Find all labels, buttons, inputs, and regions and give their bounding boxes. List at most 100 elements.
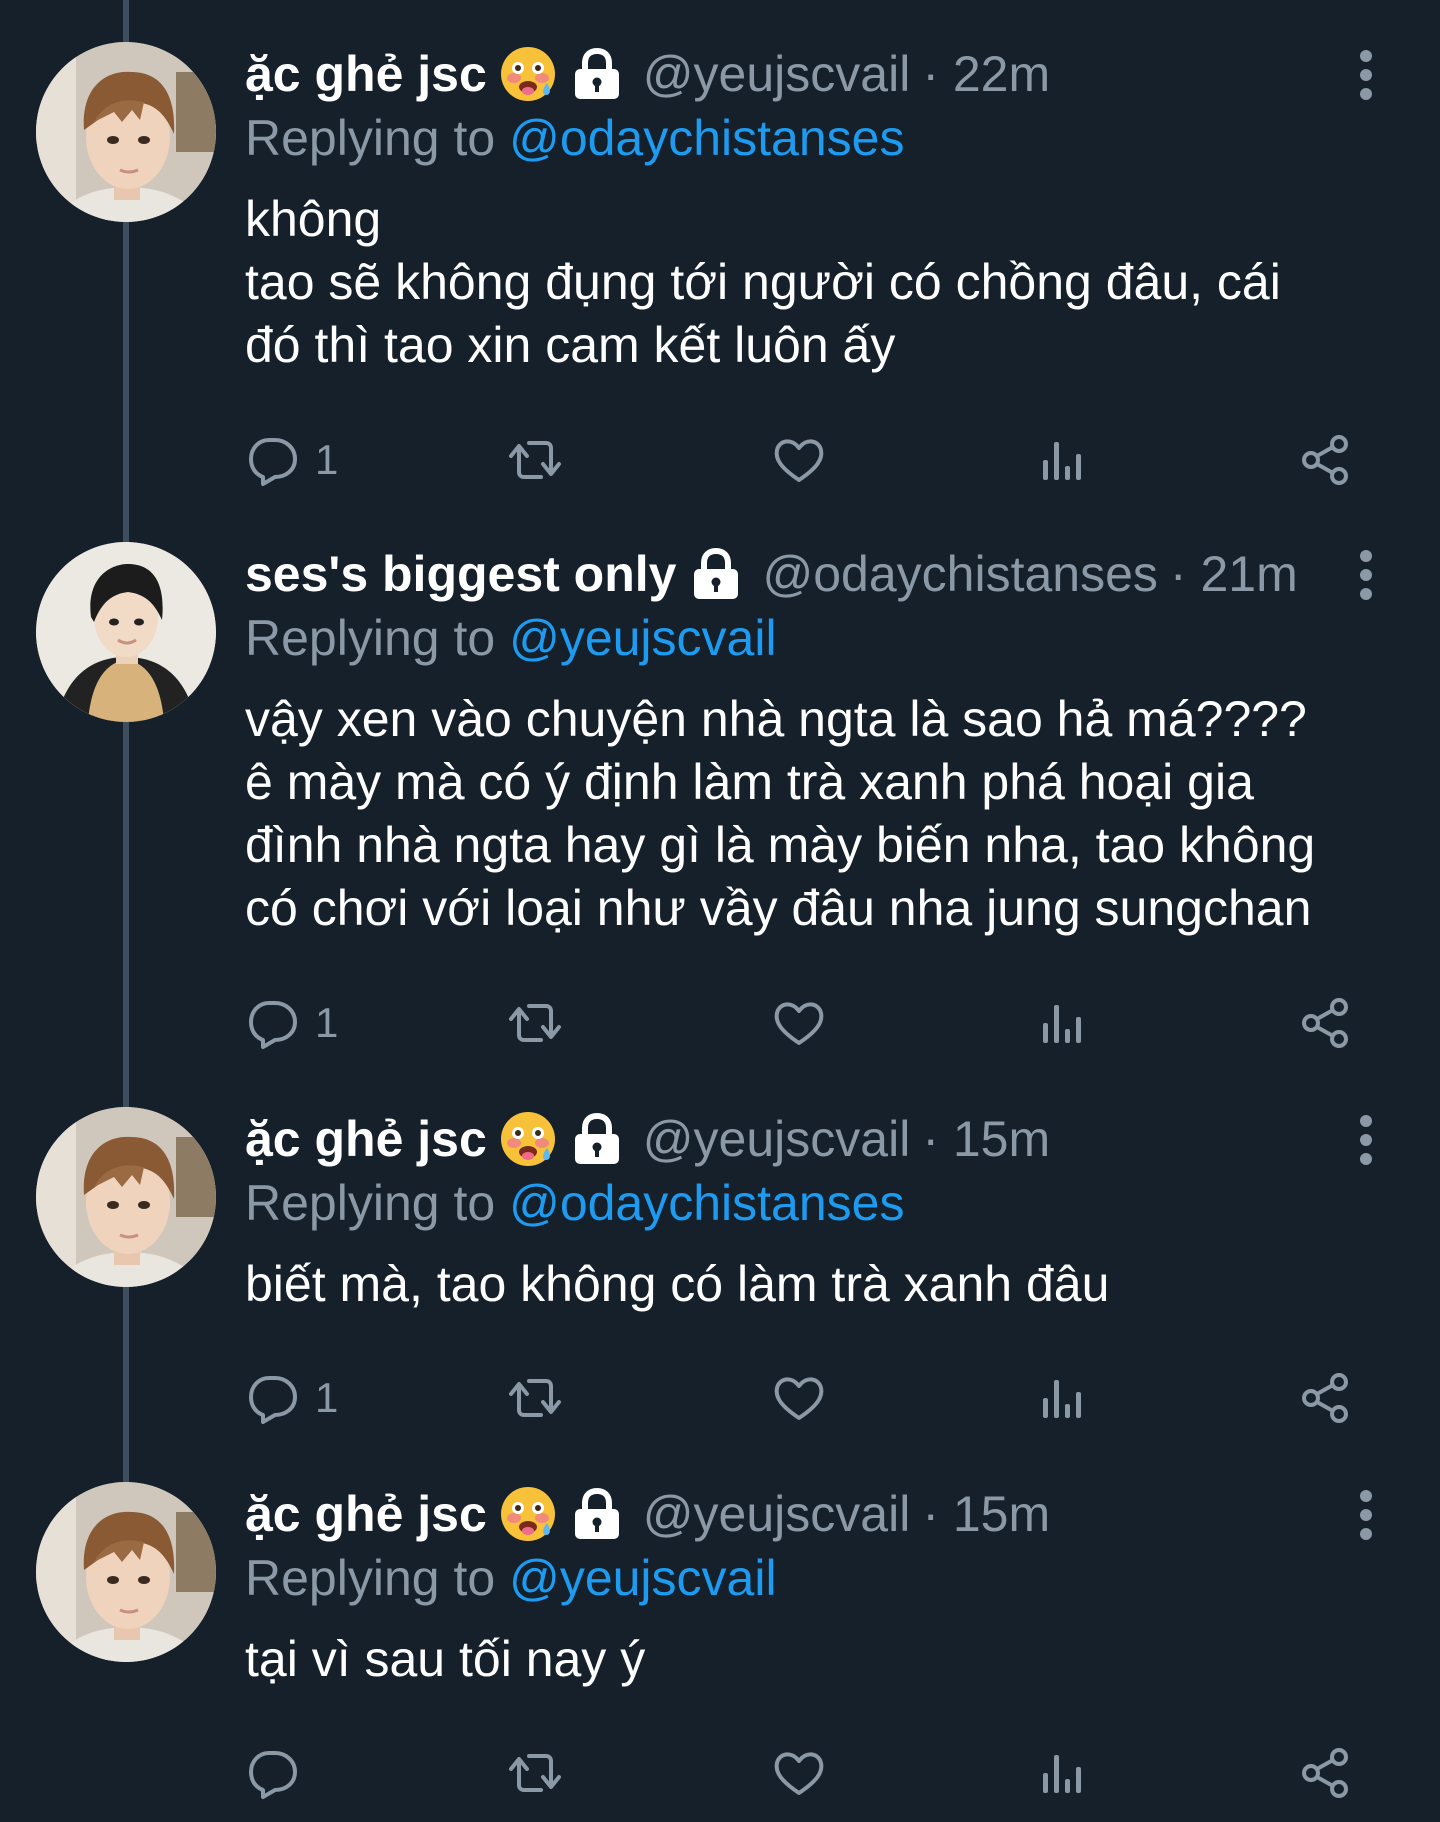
- thread-line-top: [123, 0, 129, 42]
- reply-button[interactable]: 1: [245, 1363, 338, 1433]
- analytics-icon: [1035, 432, 1091, 488]
- username[interactable]: @yeujscvail: [643, 1107, 911, 1171]
- more-options-icon[interactable]: [1354, 1115, 1378, 1165]
- tweet-actions: 1: [245, 988, 1400, 1058]
- tweet[interactable]: ặc ghẻ jsc @yeujscvail · 15m Replying to…: [0, 1482, 1440, 1822]
- reply-button[interactable]: [245, 1738, 315, 1808]
- views-button[interactable]: [1035, 425, 1091, 495]
- display-name[interactable]: ặc ghẻ jsc: [245, 1482, 487, 1546]
- tweet[interactable]: ặc ghẻ jsc @yeujscvail · 22m Replying to…: [0, 42, 1440, 502]
- tweet-content: ặc ghẻ jsc @yeujscvail · 15m Replying to…: [245, 1107, 1400, 1316]
- views-button[interactable]: [1035, 1363, 1091, 1433]
- retweet-button[interactable]: [507, 1738, 563, 1808]
- retweet-icon: [507, 1745, 563, 1801]
- lock-icon: [569, 1486, 625, 1542]
- avatar-ses-image: [36, 542, 216, 722]
- retweet-icon: [507, 1370, 563, 1426]
- heart-icon: [771, 432, 827, 488]
- tweet-actions: [245, 1738, 1400, 1808]
- tweet-content: ặc ghẻ jsc @yeujscvail · 15m Replying to…: [245, 1482, 1400, 1691]
- timestamp[interactable]: · 21m: [1170, 542, 1298, 606]
- more-options-icon[interactable]: [1354, 550, 1378, 600]
- lock-icon: [688, 546, 744, 602]
- reply-icon: [245, 995, 301, 1051]
- share-button[interactable]: [1297, 988, 1353, 1058]
- avatar-jsc-image: [36, 1107, 216, 1287]
- tweet-header: ặc ghẻ jsc @yeujscvail · 22m: [245, 42, 1400, 106]
- retweet-button[interactable]: [507, 1363, 563, 1433]
- replying-to: Replying to @yeujscvail: [245, 1546, 1400, 1610]
- tweet-header: ặc ghẻ jsc @yeujscvail · 15m: [245, 1107, 1400, 1171]
- replying-to-label: Replying to: [245, 1550, 496, 1606]
- reply-count: 1: [315, 1374, 339, 1421]
- lock-icon: [569, 1111, 625, 1167]
- tweet-text: tại vì sau tối nay ý: [245, 1631, 646, 1687]
- heart-icon: [771, 995, 827, 1051]
- share-button[interactable]: [1297, 425, 1353, 495]
- tweet[interactable]: ses's biggest only @odaychistanses · 21m…: [0, 542, 1440, 1107]
- analytics-icon: [1035, 995, 1091, 1051]
- share-button[interactable]: [1297, 1738, 1353, 1808]
- tweet[interactable]: ặc ghẻ jsc @yeujscvail · 15m Replying to…: [0, 1107, 1440, 1482]
- like-button[interactable]: [771, 1738, 827, 1808]
- replying-to: Replying to @odaychistanses: [245, 106, 1400, 170]
- avatar[interactable]: [36, 1107, 216, 1287]
- tweet-text: vậy xen vào chuyện nhà ngta là sao hả má…: [245, 691, 1316, 936]
- username[interactable]: @yeujscvail: [643, 1482, 911, 1546]
- views-button[interactable]: [1035, 988, 1091, 1058]
- retweet-icon: [507, 995, 563, 1051]
- tweet-actions: 1: [245, 1363, 1400, 1433]
- more-options-icon[interactable]: [1354, 1490, 1378, 1540]
- display-name[interactable]: ặc ghẻ jsc: [245, 42, 487, 106]
- username[interactable]: @odaychistanses: [762, 542, 1157, 606]
- reply-count: 1: [315, 999, 339, 1046]
- avatar-jsc-image: [36, 1482, 216, 1662]
- flushed-drool-emoji-icon: [499, 1110, 557, 1168]
- username[interactable]: @yeujscvail: [643, 42, 911, 106]
- views-button[interactable]: [1035, 1738, 1091, 1808]
- lock-icon: [569, 46, 625, 102]
- analytics-icon: [1035, 1370, 1091, 1426]
- tweet-actions: 1: [245, 425, 1400, 495]
- avatar[interactable]: [36, 1482, 216, 1662]
- timestamp[interactable]: · 15m: [922, 1482, 1050, 1546]
- like-button[interactable]: [771, 988, 827, 1058]
- replying-to-handle[interactable]: @yeujscvail: [509, 1550, 777, 1606]
- share-button[interactable]: [1297, 1363, 1353, 1433]
- timestamp[interactable]: · 22m: [922, 42, 1050, 106]
- tweet-header: ặc ghẻ jsc @yeujscvail · 15m: [245, 1482, 1400, 1546]
- reply-icon: [245, 432, 301, 488]
- tweet-content: ses's biggest only @odaychistanses · 21m…: [245, 542, 1400, 940]
- share-icon: [1297, 432, 1353, 488]
- reply-button[interactable]: 1: [245, 988, 338, 1058]
- flushed-drool-emoji-icon: [499, 1485, 557, 1543]
- tweet-header: ses's biggest only @odaychistanses · 21m: [245, 542, 1400, 606]
- flushed-drool-emoji-icon: [499, 45, 557, 103]
- avatar-jsc-image: [36, 42, 216, 222]
- tweet-content: ặc ghẻ jsc @yeujscvail · 22m Replying to…: [245, 42, 1400, 377]
- replying-to-handle[interactable]: @yeujscvail: [509, 610, 777, 666]
- tweet-text: không tao sẽ không đụng tới người có chồ…: [245, 191, 1281, 373]
- heart-icon: [771, 1370, 827, 1426]
- reply-count: 1: [315, 436, 339, 483]
- heart-icon: [771, 1745, 827, 1801]
- replying-to-handle[interactable]: @odaychistanses: [509, 1175, 904, 1231]
- display-name[interactable]: ặc ghẻ jsc: [245, 1107, 487, 1171]
- replying-to-label: Replying to: [245, 1175, 496, 1231]
- timestamp[interactable]: · 15m: [922, 1107, 1050, 1171]
- like-button[interactable]: [771, 1363, 827, 1433]
- retweet-button[interactable]: [507, 988, 563, 1058]
- retweet-button[interactable]: [507, 425, 563, 495]
- analytics-icon: [1035, 1745, 1091, 1801]
- avatar[interactable]: [36, 542, 216, 722]
- replying-to: Replying to @odaychistanses: [245, 1171, 1400, 1235]
- display-name[interactable]: ses's biggest only: [245, 542, 676, 606]
- more-options-icon[interactable]: [1354, 50, 1378, 100]
- replying-to-handle[interactable]: @odaychistanses: [509, 110, 904, 166]
- tweet-text: biết mà, tao không có làm trà xanh đâu: [245, 1256, 1110, 1312]
- avatar[interactable]: [36, 42, 216, 222]
- replying-to-label: Replying to: [245, 610, 496, 666]
- retweet-icon: [507, 432, 563, 488]
- like-button[interactable]: [771, 425, 827, 495]
- reply-button[interactable]: 1: [245, 425, 338, 495]
